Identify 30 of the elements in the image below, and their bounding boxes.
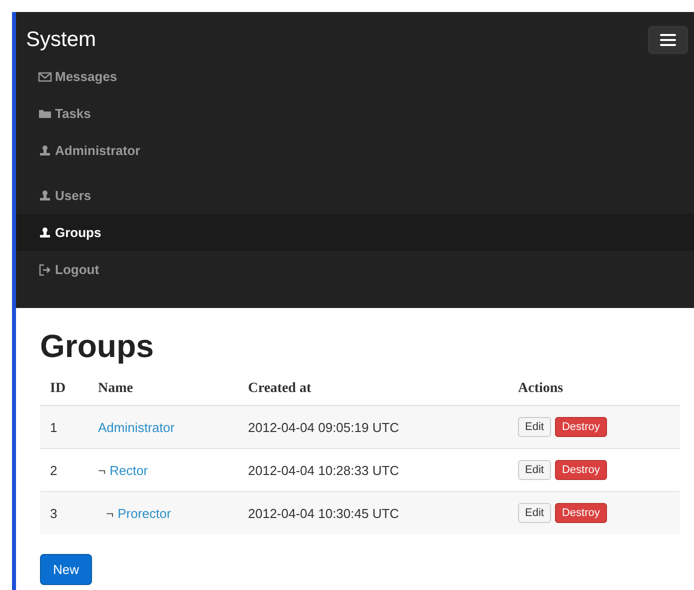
user-icon (38, 188, 52, 202)
destroy-button[interactable]: Destroy (554, 460, 607, 480)
nav-item[interactable]: Messages (16, 58, 694, 95)
page-title: Groups (40, 328, 155, 365)
group-link[interactable]: Administrator (98, 420, 175, 434)
nav-item[interactable]: Logout (16, 251, 694, 288)
indent-marker: ¬ (98, 462, 106, 478)
id-cell: 3 (40, 492, 88, 534)
group-link[interactable]: Rector (110, 462, 148, 478)
group-link[interactable]: Prorector (118, 506, 172, 520)
edit-button[interactable]: Edit (518, 417, 551, 437)
envelope-icon (38, 70, 52, 84)
logout-icon (38, 262, 52, 276)
brand-title[interactable]: System (26, 28, 96, 52)
nav-item[interactable]: Users (16, 177, 694, 214)
date-cell: 2012-04-04 10:30:45 UTC (238, 492, 508, 534)
nav-item[interactable]: Tasks (16, 95, 694, 132)
indent-marker: ¬ (106, 506, 114, 520)
id-cell: 1 (40, 406, 88, 448)
new-button[interactable]: New (40, 554, 92, 585)
user-icon (38, 144, 52, 158)
nav-item[interactable]: Groups (16, 214, 694, 251)
menu-button[interactable] (648, 26, 688, 54)
edit-button[interactable]: Edit (518, 460, 551, 480)
destroy-button[interactable]: Destroy (554, 503, 607, 523)
nav-header[interactable]: Administrator (16, 132, 694, 169)
destroy-button[interactable]: Destroy (554, 417, 607, 437)
edit-button[interactable]: Edit (518, 503, 551, 523)
user-icon (38, 226, 52, 240)
date-cell: 2012-04-04 09:05:19 UTC (238, 406, 508, 448)
